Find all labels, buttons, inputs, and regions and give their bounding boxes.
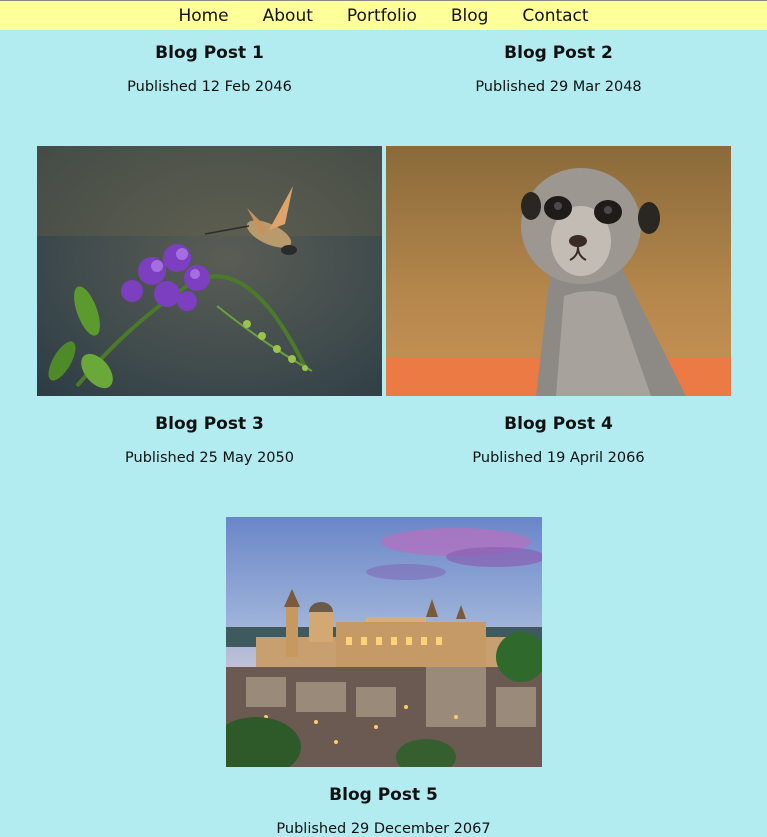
nav-link-home[interactable]: Home [178, 2, 228, 30]
top-nav: Home About Portfolio Blog Contact [0, 0, 767, 30]
post-title-4[interactable]: Blog Post 4 [386, 414, 731, 434]
post-image-3[interactable] [37, 146, 382, 396]
post-date-4: Published 19 April 2066 [472, 450, 645, 466]
post-date-3: Published 25 May 2050 [125, 450, 294, 466]
nav-link-contact[interactable]: Contact [522, 2, 588, 30]
nav-link-portfolio[interactable]: Portfolio [347, 2, 417, 30]
post-title-1[interactable]: Blog Post 1 [37, 43, 382, 63]
post-image-4[interactable] [386, 146, 731, 396]
post-date-2: Published 29 Mar 2048 [475, 79, 642, 95]
post-date-1: Published 12 Feb 2046 [127, 79, 292, 95]
post-title-5[interactable]: Blog Post 5 [211, 785, 556, 805]
post-date-5: Published 29 December 2067 [276, 821, 491, 837]
nav-link-about[interactable]: About [263, 2, 313, 30]
post-title-2[interactable]: Blog Post 2 [386, 43, 731, 63]
post-title-3[interactable]: Blog Post 3 [37, 414, 382, 434]
post-image-5[interactable] [226, 517, 542, 767]
nav-link-blog[interactable]: Blog [451, 2, 489, 30]
